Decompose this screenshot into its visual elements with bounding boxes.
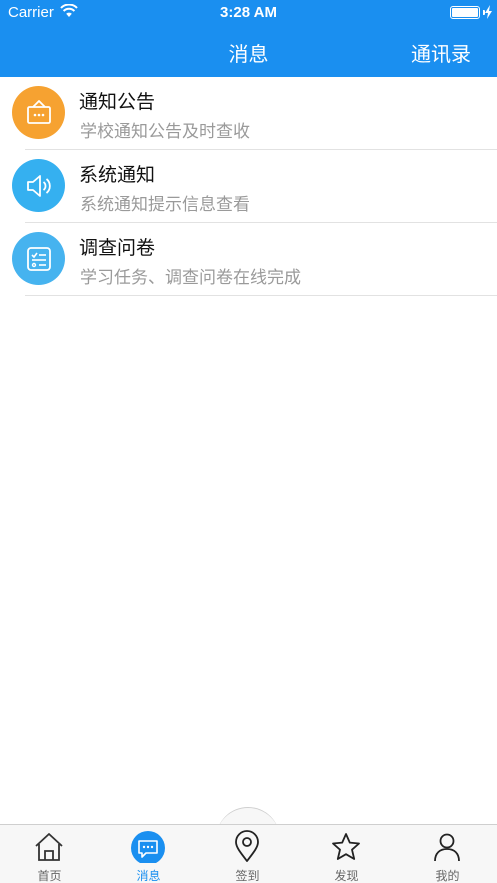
header: Carrier 3:28 AM 消息 通讯录 <box>0 0 497 77</box>
clock: 3:28 AM <box>220 4 277 21</box>
tab-label: 发现 <box>334 869 359 883</box>
divider <box>25 295 497 296</box>
tab-messages[interactable]: 消息 <box>99 825 198 883</box>
item-subtitle: 系统通知提示信息查看 <box>80 195 250 215</box>
tab-label: 消息 <box>136 869 161 883</box>
person-icon <box>434 833 460 862</box>
tab-profile[interactable]: 我的 <box>398 825 497 883</box>
star-icon <box>332 833 360 860</box>
message-icon <box>131 831 165 863</box>
item-subtitle: 学校通知公告及时查收 <box>80 122 250 142</box>
home-icon <box>35 833 63 861</box>
list-item-survey[interactable]: 调查问卷 学习任务、调查问卷在线完成 <box>0 223 497 296</box>
notice-board-icon <box>12 86 65 139</box>
tab-checkin[interactable]: 签到 <box>198 825 297 883</box>
item-title: 通知公告 <box>79 91 156 113</box>
tab-label: 签到 <box>235 869 260 883</box>
status-bar: Carrier 3:28 AM <box>0 0 497 26</box>
checklist-icon <box>12 232 65 285</box>
message-category-list: 通知公告 学校通知公告及时查收 系统通知 系统通知提示信息查看 调查问卷 学习任… <box>0 77 497 296</box>
battery-icon <box>450 6 480 19</box>
item-title: 调查问卷 <box>79 237 156 259</box>
tab-label: 我的 <box>435 869 460 883</box>
tab-discover[interactable]: 发现 <box>297 825 396 883</box>
contacts-button[interactable]: 通讯录 <box>411 38 471 67</box>
tab-label: 首页 <box>37 869 62 883</box>
item-title: 系统通知 <box>79 164 156 186</box>
location-pin-icon <box>235 830 259 862</box>
tab-bar: 首页 消息 签到 发现 我的 <box>0 824 497 883</box>
item-subtitle: 学习任务、调查问卷在线完成 <box>80 268 301 288</box>
speaker-icon <box>12 159 65 212</box>
tab-home[interactable]: 首页 <box>0 825 99 883</box>
list-item-system[interactable]: 系统通知 系统通知提示信息查看 <box>0 150 497 223</box>
list-item-notice[interactable]: 通知公告 学校通知公告及时查收 <box>0 77 497 150</box>
charging-icon <box>485 5 492 19</box>
